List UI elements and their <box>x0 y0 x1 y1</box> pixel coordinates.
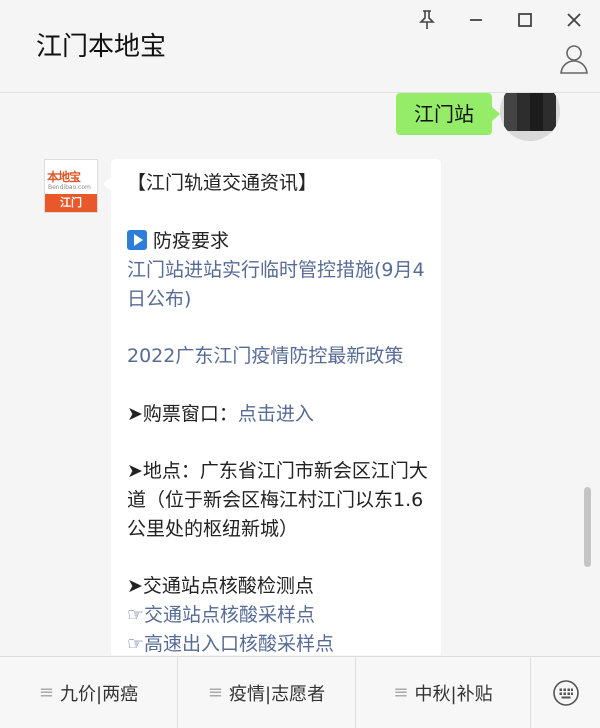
play-icon <box>127 230 147 250</box>
title-bar: 江门本地宝 <box>0 0 600 93</box>
menu-icon: ≡ <box>207 682 223 703</box>
menu-icon: ≡ <box>38 682 54 703</box>
menu-item-label: 疫情|志愿者 <box>229 683 326 705</box>
chat-area[interactable]: 江门站 本地宝 Bendibao.com 江门 【江门轨道交通资讯】 防疫要求 … <box>0 93 600 655</box>
profile-icon[interactable] <box>557 42 591 76</box>
bottom-menu: ≡ 九价|两癌 ≡ 疫情|志愿者 ≡ 中秋|补贴 <box>0 656 600 728</box>
bot-avatar[interactable]: 本地宝 Bendibao.com 江门 <box>44 159 98 213</box>
bot-avatar-city: 江门 <box>45 194 97 212</box>
prevention-label: 防疫要求 <box>153 230 230 252</box>
close-icon[interactable] <box>560 6 588 34</box>
menu-item-label: 九价|两癌 <box>60 683 139 705</box>
ticket-row: ➤购票窗口：点击进入 <box>127 400 431 429</box>
link-station-control[interactable]: 江门站进站实行临时管控措施(9月4日公布) <box>127 256 431 314</box>
pin-icon[interactable] <box>413 6 441 34</box>
testing-link-highway[interactable]: ☞高速出入口核酸采样点 <box>127 630 431 655</box>
minimize-icon[interactable] <box>462 6 490 34</box>
keyboard-icon[interactable] <box>531 657 600 728</box>
menu-icon: ≡ <box>393 682 409 703</box>
ticket-link[interactable]: 点击进入 <box>238 403 314 425</box>
maximize-icon[interactable] <box>511 6 539 34</box>
sent-message-bubble[interactable]: 江门站 <box>396 93 500 135</box>
testing-label: ➤交通站点核酸检测点 <box>127 575 314 597</box>
self-avatar[interactable] <box>500 93 560 141</box>
bot-avatar-logo: 本地宝 <box>47 170 81 184</box>
chat-scrollbar[interactable] <box>584 487 591 567</box>
app-title: 江门本地宝 <box>36 32 167 62</box>
prevention-section: 防疫要求 <box>127 227 431 256</box>
menu-item-mid-autumn[interactable]: ≡ 中秋|补贴 <box>356 657 531 728</box>
message-heading: 【江门轨道交通资讯】 <box>127 172 318 194</box>
link-policy[interactable]: 2022广东江门疫情防控最新政策 <box>127 342 431 371</box>
menu-item-vaccine[interactable]: ≡ 九价|两癌 <box>0 657 178 728</box>
mosaic-avatar-image <box>504 93 556 131</box>
menu-item-label: 中秋|补贴 <box>414 683 493 705</box>
menu-item-epidemic[interactable]: ≡ 疫情|志愿者 <box>178 657 356 728</box>
ticket-label: ➤购票窗口： <box>127 403 238 425</box>
location-text: ➤地点：广东省江门市新会区江门大道（位于新会区梅江村江门以东1.6公里处的枢纽新… <box>127 460 428 540</box>
testing-link-stations[interactable]: ☞交通站点核酸采样点 <box>127 601 431 630</box>
received-message-bubble[interactable]: 【江门轨道交通资讯】 防疫要求 江门站进站实行临时管控措施(9月4日公布) 20… <box>103 159 441 655</box>
bot-avatar-sub: Bendibao.com <box>48 184 91 191</box>
